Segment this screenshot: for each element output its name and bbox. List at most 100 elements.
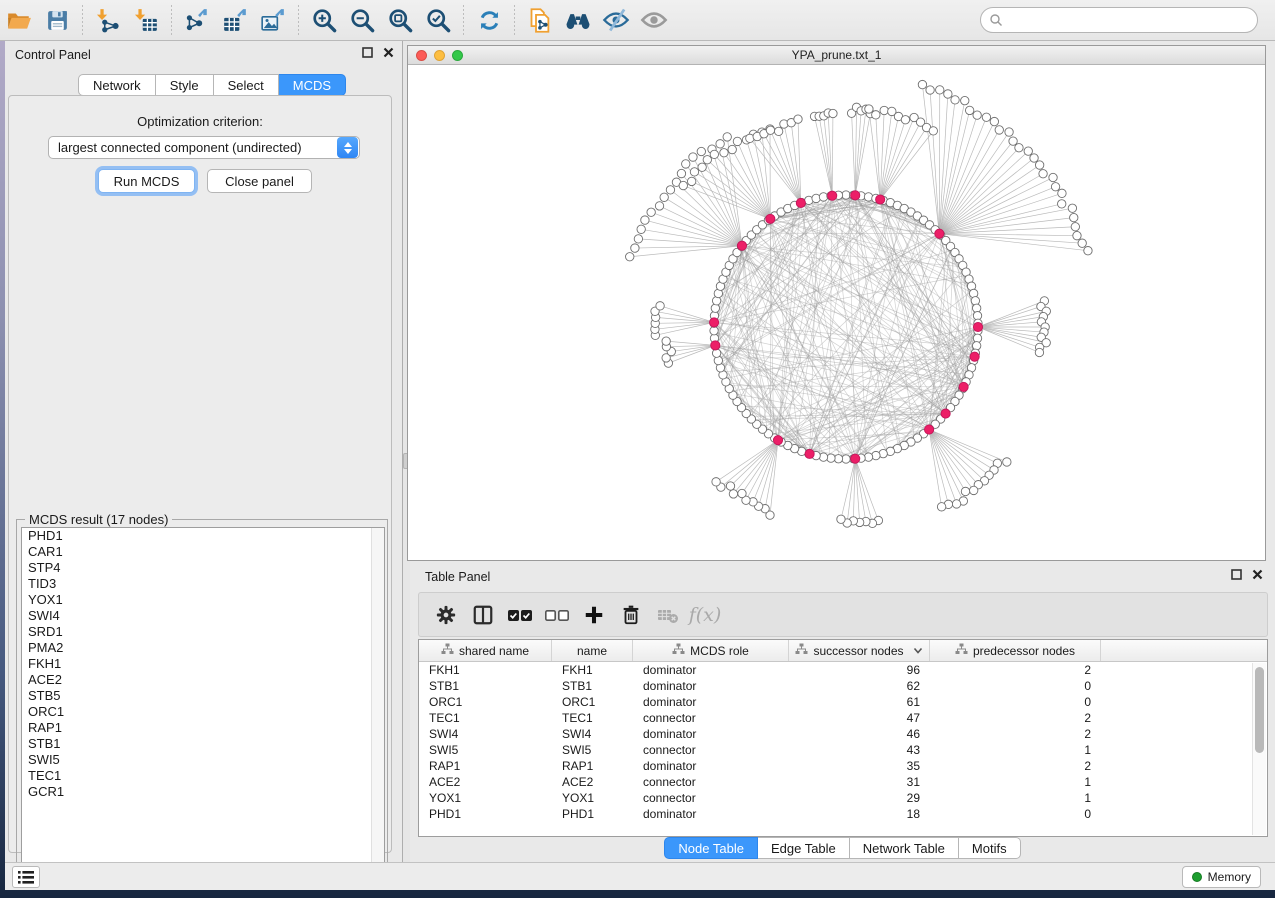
close-panel-icon[interactable]: [383, 47, 394, 58]
table-row[interactable]: YOX1YOX1connector291: [419, 790, 1253, 806]
table-cell[interactable]: RAP1: [552, 758, 633, 774]
memory-button[interactable]: Memory: [1182, 866, 1261, 888]
delete-column-icon[interactable]: [616, 600, 646, 630]
table-cell[interactable]: TEC1: [552, 710, 633, 726]
table-scrollbar[interactable]: [1252, 663, 1266, 835]
table-cell[interactable]: connector: [633, 774, 789, 790]
table-cell[interactable]: 29: [789, 790, 930, 806]
table-cell[interactable]: dominator: [633, 758, 789, 774]
table-cell[interactable]: 61: [789, 694, 930, 710]
table-cell[interactable]: STB1: [552, 678, 633, 694]
table-cell[interactable]: 1: [930, 742, 1101, 758]
import-network-icon[interactable]: [91, 3, 125, 37]
mcds-result-item[interactable]: SWI5: [22, 752, 384, 768]
table-cell[interactable]: 2: [930, 710, 1101, 726]
tab-select[interactable]: Select: [214, 74, 279, 96]
tab-network[interactable]: Network: [78, 74, 156, 96]
table-cell[interactable]: 62: [789, 678, 930, 694]
table-cell[interactable]: 31: [789, 774, 930, 790]
table-cell[interactable]: connector: [633, 790, 789, 806]
table-cell[interactable]: PHD1: [419, 806, 552, 822]
column-header-MCDS-role[interactable]: MCDS role: [633, 640, 789, 661]
open-file-icon[interactable]: [2, 3, 36, 37]
table-cell[interactable]: FKH1: [552, 662, 633, 678]
add-column-icon[interactable]: [579, 600, 609, 630]
tab-style[interactable]: Style: [156, 74, 214, 96]
table-cell[interactable]: FKH1: [419, 662, 552, 678]
table-cell[interactable]: PHD1: [552, 806, 633, 822]
refresh-view-icon[interactable]: [472, 3, 506, 37]
hide-selected-icon[interactable]: [599, 3, 633, 37]
zoom-selected-icon[interactable]: [421, 3, 455, 37]
tab-mcds[interactable]: MCDS: [279, 74, 346, 96]
column-header-successor-nodes[interactable]: successor nodes: [789, 640, 930, 661]
table-row[interactable]: FKH1FKH1dominator962: [419, 662, 1253, 678]
zoom-in-icon[interactable]: [307, 3, 341, 37]
deselect-all-icon[interactable]: [542, 600, 572, 630]
window-zoom-icon[interactable]: [452, 50, 463, 61]
table-cell[interactable]: YOX1: [419, 790, 552, 806]
select-all-icon[interactable]: [505, 600, 535, 630]
table-cell[interactable]: 2: [930, 758, 1101, 774]
import-table-icon[interactable]: [129, 3, 163, 37]
window-minimize-icon[interactable]: [434, 50, 445, 61]
mcds-result-item[interactable]: PHD1: [22, 528, 384, 544]
export-network-icon[interactable]: [180, 3, 214, 37]
tab-edge-table[interactable]: Edge Table: [758, 837, 850, 859]
network-canvas[interactable]: [408, 65, 1265, 560]
table-cell[interactable]: SWI4: [419, 726, 552, 742]
table-cell[interactable]: ACE2: [419, 774, 552, 790]
mcds-result-item[interactable]: CAR1: [22, 544, 384, 560]
mcds-result-item[interactable]: STB1: [22, 736, 384, 752]
table-cell[interactable]: TEC1: [419, 710, 552, 726]
search-input[interactable]: [1003, 13, 1257, 27]
optimization-criterion-select[interactable]: largest connected component (undirected): [48, 136, 360, 159]
table-cell[interactable]: RAP1: [419, 758, 552, 774]
tab-network-table[interactable]: Network Table: [850, 837, 959, 859]
show-columns-icon[interactable]: [468, 600, 498, 630]
mcds-result-list[interactable]: PHD1CAR1STP4TID3YOX1SWI4SRD1PMA2FKH1ACE2…: [21, 527, 385, 885]
table-scrollbar-thumb[interactable]: [1255, 667, 1264, 753]
mcds-result-item[interactable]: TEC1: [22, 768, 384, 784]
log-console-button[interactable]: [12, 866, 40, 888]
table-cell[interactable]: 96: [789, 662, 930, 678]
tab-motifs[interactable]: Motifs: [959, 837, 1021, 859]
close-panel-button[interactable]: Close panel: [207, 169, 312, 193]
run-mcds-button[interactable]: Run MCDS: [98, 169, 195, 193]
table-row[interactable]: ORC1ORC1dominator610: [419, 694, 1253, 710]
table-settings-icon[interactable]: [431, 600, 461, 630]
table-row[interactable]: ACE2ACE2connector311: [419, 774, 1253, 790]
table-cell[interactable]: connector: [633, 742, 789, 758]
clone-network-icon[interactable]: [523, 3, 557, 37]
network-window-titlebar[interactable]: YPA_prune.txt_1: [408, 46, 1265, 65]
window-close-icon[interactable]: [416, 50, 427, 61]
table-row[interactable]: PHD1PHD1dominator180: [419, 806, 1253, 822]
search-network-icon[interactable]: [561, 3, 595, 37]
table-cell[interactable]: SWI5: [419, 742, 552, 758]
table-cell[interactable]: ACE2: [552, 774, 633, 790]
table-cell[interactable]: dominator: [633, 806, 789, 822]
mcds-result-item[interactable]: STB5: [22, 688, 384, 704]
table-cell[interactable]: 0: [930, 806, 1101, 822]
table-cell[interactable]: 0: [930, 694, 1101, 710]
table-cell[interactable]: 47: [789, 710, 930, 726]
column-header-predecessor-nodes[interactable]: predecessor nodes: [930, 640, 1101, 661]
table-row[interactable]: RAP1RAP1dominator352: [419, 758, 1253, 774]
export-table-icon[interactable]: [218, 3, 252, 37]
table-cell[interactable]: 0: [930, 678, 1101, 694]
table-cell[interactable]: 35: [789, 758, 930, 774]
table-cell[interactable]: SWI4: [552, 726, 633, 742]
network-graph[interactable]: [408, 65, 1265, 560]
save-session-icon[interactable]: [40, 3, 74, 37]
table-cell[interactable]: 2: [930, 726, 1101, 742]
table-cell[interactable]: 1: [930, 774, 1101, 790]
mcds-result-item[interactable]: YOX1: [22, 592, 384, 608]
mcds-result-item[interactable]: FKH1: [22, 656, 384, 672]
column-header-shared-name[interactable]: shared name: [419, 640, 552, 661]
float-table-panel-icon[interactable]: [1231, 569, 1242, 580]
table-cell[interactable]: 18: [789, 806, 930, 822]
search-field[interactable]: [980, 7, 1258, 33]
table-cell[interactable]: ORC1: [552, 694, 633, 710]
mcds-result-item[interactable]: ORC1: [22, 704, 384, 720]
table-cell[interactable]: YOX1: [552, 790, 633, 806]
